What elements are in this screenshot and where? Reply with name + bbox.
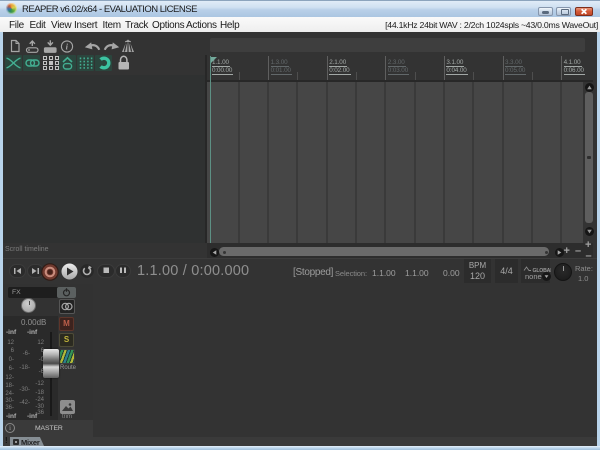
svg-text:i: i — [66, 42, 69, 52]
